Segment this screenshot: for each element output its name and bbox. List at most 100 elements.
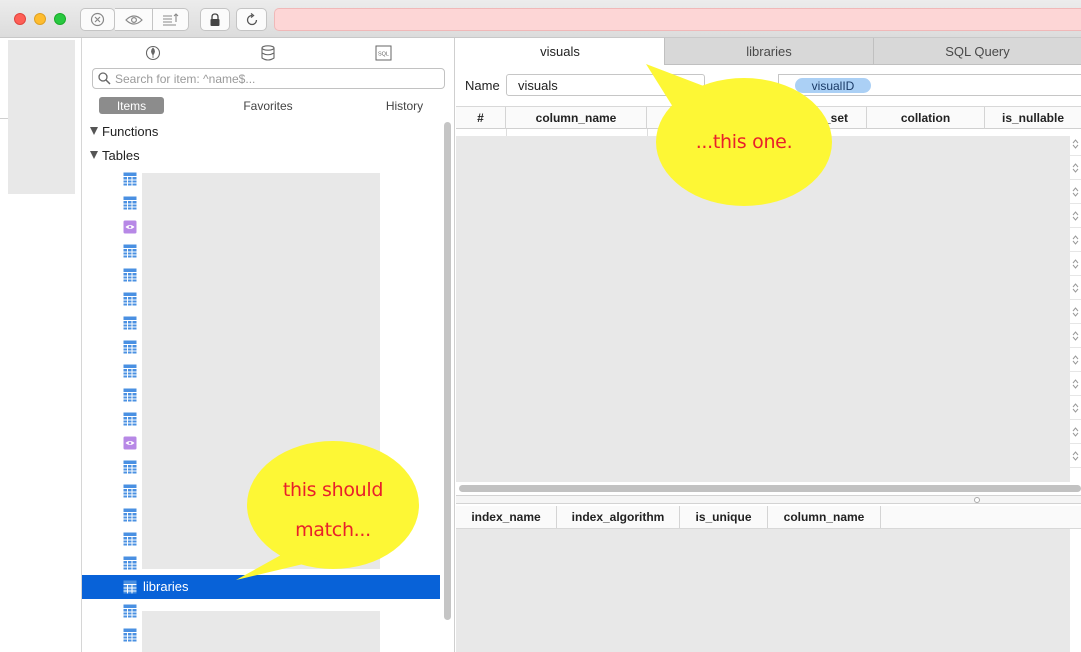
stepper-icon[interactable] xyxy=(1070,444,1081,468)
table-row[interactable] xyxy=(82,407,440,431)
table-row[interactable] xyxy=(82,239,440,263)
stop-button[interactable] xyxy=(80,8,115,31)
name-label: Name xyxy=(465,78,500,93)
tree-group-tables[interactable]: Tables xyxy=(90,146,140,164)
table-row[interactable] xyxy=(82,383,440,407)
column-header[interactable]: column_name xyxy=(768,506,881,528)
table-row[interactable] xyxy=(82,191,440,215)
view-icon xyxy=(123,436,137,450)
table-icon xyxy=(123,508,137,522)
eye-icon xyxy=(124,14,143,25)
table-row[interactable] xyxy=(82,335,440,359)
segment-favorites[interactable]: Favorites xyxy=(233,97,303,114)
split-view-divider[interactable] xyxy=(456,495,1081,504)
table-row[interactable] xyxy=(82,359,440,383)
tree-group-label: Functions xyxy=(102,123,159,139)
lock-button[interactable] xyxy=(200,8,230,31)
view-icon xyxy=(123,220,137,234)
list-sort-icon xyxy=(162,12,178,26)
grid-horizontal-scrollbar[interactable] xyxy=(459,485,1081,492)
svg-text:SQL: SQL xyxy=(377,52,388,58)
column-header[interactable]: index_name xyxy=(456,506,557,528)
title-bar xyxy=(0,0,1081,38)
callout-left-text: this should match... xyxy=(258,470,408,550)
zoom-window-button[interactable] xyxy=(54,13,66,25)
stepper-icon[interactable] xyxy=(1070,300,1081,324)
sort-button[interactable] xyxy=(153,8,189,31)
query-status-bar[interactable] xyxy=(274,8,1081,31)
sidebar-search[interactable] xyxy=(92,68,445,89)
table-row[interactable] xyxy=(82,599,440,623)
sidebar-tab-database[interactable] xyxy=(259,44,277,62)
table-icon xyxy=(123,580,137,594)
stepper-icon[interactable] xyxy=(1070,252,1081,276)
nullable-steppers xyxy=(1070,130,1081,482)
segment-items[interactable]: Items xyxy=(99,97,164,114)
table-row[interactable] xyxy=(82,311,440,335)
connections-strip xyxy=(0,38,82,652)
table-icon xyxy=(123,460,137,474)
preview-button[interactable] xyxy=(115,8,153,31)
table-icon xyxy=(123,532,137,546)
leaf-circle-icon xyxy=(145,45,161,61)
sql-file-icon: SQL xyxy=(375,45,391,61)
tab-visuals[interactable]: visuals xyxy=(456,38,664,65)
sidebar-icon-bar: SQL xyxy=(82,38,455,66)
search-input[interactable] xyxy=(115,70,435,87)
sidebar-scrollbar[interactable] xyxy=(444,122,451,620)
table-icon xyxy=(123,316,137,330)
table-icon xyxy=(123,268,137,282)
stepper-icon[interactable] xyxy=(1070,204,1081,228)
app-window: SQL Items Favorites History Functions Ta… xyxy=(0,0,1081,652)
splitter-handle[interactable] xyxy=(974,497,980,503)
disclosure-triangle-icon xyxy=(90,151,98,159)
stop-circle-icon xyxy=(90,12,105,27)
callout-line: this should xyxy=(282,479,384,501)
tree-group-label: Tables xyxy=(102,147,140,163)
sidebar-tab-sql[interactable]: SQL xyxy=(374,44,392,62)
table-row[interactable] xyxy=(82,287,440,311)
column-header[interactable]: collation xyxy=(867,107,985,129)
table-row[interactable] xyxy=(82,167,440,191)
table-icon xyxy=(123,412,137,426)
column-header[interactable]: index_algorithm xyxy=(557,506,680,528)
table-icon xyxy=(123,364,137,378)
view-row[interactable] xyxy=(82,215,440,239)
table-icon xyxy=(123,292,137,306)
column-header[interactable]: column_name xyxy=(506,107,647,129)
close-window-button[interactable] xyxy=(14,13,26,25)
column-header[interactable]: # xyxy=(456,107,506,129)
search-icon xyxy=(98,72,111,85)
stepper-icon[interactable] xyxy=(1070,156,1081,180)
segment-history[interactable]: History xyxy=(377,97,432,114)
column-header[interactable]: is_nullable xyxy=(985,107,1081,129)
stepper-icon[interactable] xyxy=(1070,420,1081,444)
tab-sql-query[interactable]: SQL Query xyxy=(873,38,1081,65)
table-icon xyxy=(123,604,137,618)
connection-placeholder[interactable] xyxy=(8,40,75,194)
table-icon xyxy=(123,388,137,402)
table-icon xyxy=(123,244,137,258)
table-icon xyxy=(123,556,137,570)
divider xyxy=(0,118,8,119)
table-row[interactable] xyxy=(82,623,440,647)
table-row-label: libraries xyxy=(143,579,189,594)
table-row[interactable] xyxy=(82,263,440,287)
stepper-icon[interactable] xyxy=(1070,276,1081,300)
stepper-icon[interactable] xyxy=(1070,396,1081,420)
refresh-button[interactable] xyxy=(236,8,267,31)
minimize-window-button[interactable] xyxy=(34,13,46,25)
indexes-grid-body[interactable] xyxy=(456,529,1070,652)
sidebar-tab-structure[interactable] xyxy=(144,44,162,62)
stepper-icon[interactable] xyxy=(1070,228,1081,252)
column-header[interactable]: is_unique xyxy=(680,506,768,528)
stepper-icon[interactable] xyxy=(1070,180,1081,204)
tree-group-functions[interactable]: Functions xyxy=(90,122,158,140)
stepper-icon[interactable] xyxy=(1070,132,1081,156)
stepper-icon[interactable] xyxy=(1070,372,1081,396)
table-icon xyxy=(123,628,137,642)
stepper-icon[interactable] xyxy=(1070,324,1081,348)
callout-line: match... xyxy=(295,519,371,541)
stepper-icon[interactable] xyxy=(1070,348,1081,372)
table-icon xyxy=(123,196,137,210)
